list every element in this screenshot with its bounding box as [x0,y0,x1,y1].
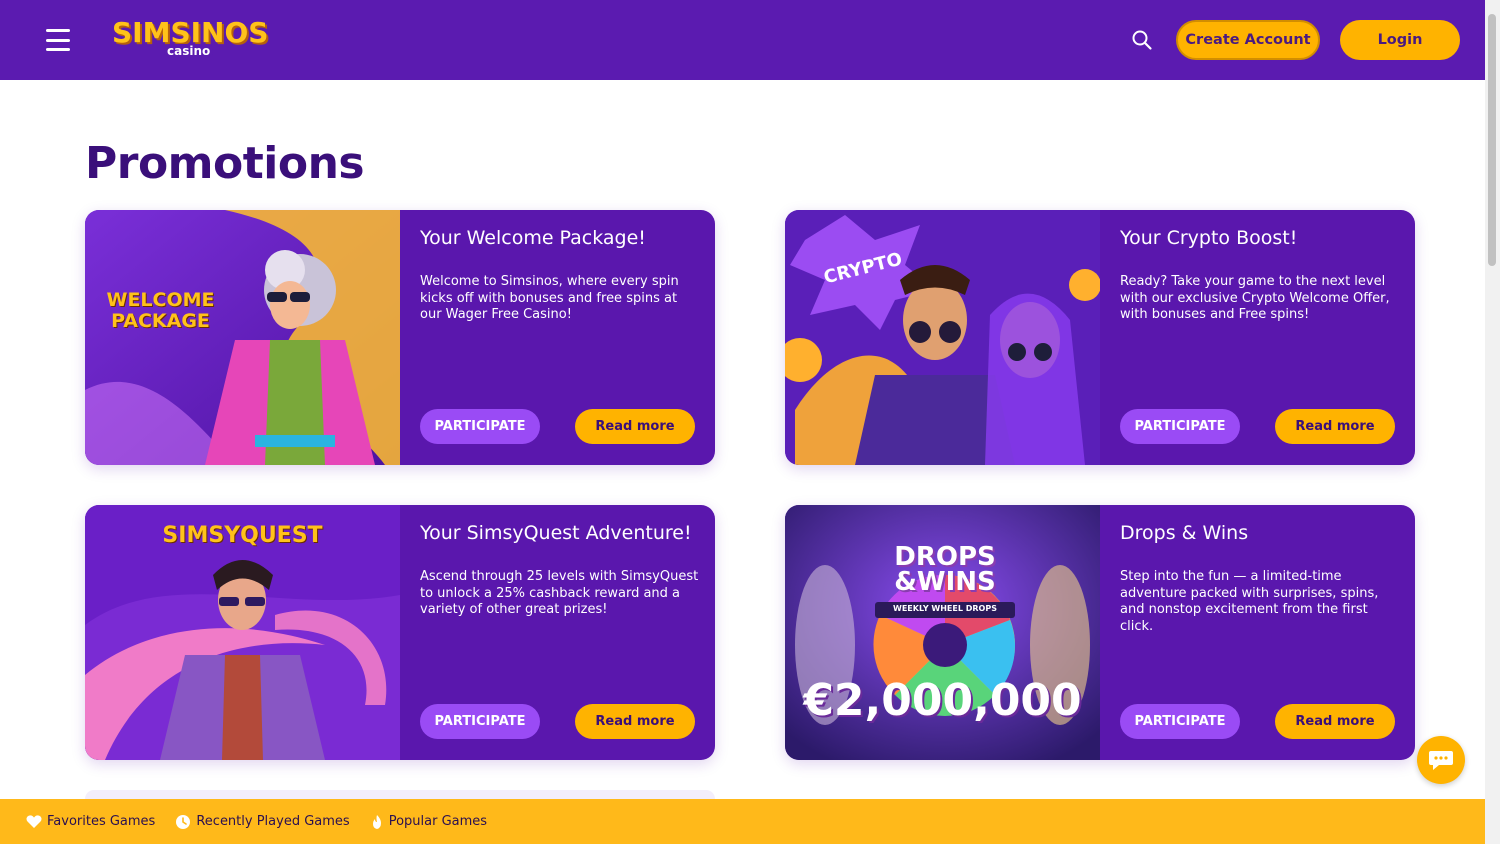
read-more-button[interactable]: Read more [575,704,695,739]
recently-played-games-label: Recently Played Games [196,814,350,829]
promotion-title: Your Welcome Package! [420,227,646,249]
promotion-image-crypto: CRYPTO [785,210,1100,465]
read-more-button[interactable]: Read more [1275,409,1395,444]
site-header: SIMSINOS casino Create Account Login [0,0,1485,80]
promotion-description: Ascend through 25 levels with SimsyQuest… [420,569,699,617]
drops-wins-image-subtext: WEEKLY WHEEL DROPS [893,604,997,613]
promotion-card-partial [85,790,715,799]
search-icon[interactable] [1130,28,1154,52]
bottom-quick-bar: Favorites Games Recently Played Games Po… [0,799,1485,844]
participate-button[interactable]: PARTICIPATE [1120,704,1240,739]
page-title: Promotions [85,138,365,189]
promotion-title: Your SimsyQuest Adventure! [420,522,692,544]
read-more-button[interactable]: Read more [575,409,695,444]
hamburger-menu-icon[interactable] [46,29,70,51]
site-logo[interactable]: SIMSINOS casino [112,18,272,62]
create-account-button[interactable]: Create Account [1176,20,1320,60]
participate-button[interactable]: PARTICIPATE [420,704,540,739]
logo-sub-text: casino [164,44,214,58]
favorites-games-label: Favorites Games [47,814,156,829]
favorites-games-link[interactable]: Favorites Games [26,814,155,829]
simsyquest-image-caption: SIMSYQUEST [162,523,323,548]
heart-icon [26,815,42,828]
login-button[interactable]: Login [1340,20,1460,60]
drops-wins-image-amount: €2,000,000 [803,675,1082,726]
promotion-image-drops-wins: DROPS &WINS WEEKLY WHEEL DROPS €2,000,00… [785,505,1100,760]
page-scrollbar[interactable] [1485,0,1500,844]
promotion-description: Ready? Take your game to the next level … [1120,274,1390,322]
promotion-card-drops-wins: DROPS &WINS WEEKLY WHEEL DROPS €2,000,00… [785,505,1415,760]
read-more-button[interactable]: Read more [1275,704,1395,739]
recently-played-games-link[interactable]: Recently Played Games [175,814,350,830]
popular-games-link[interactable]: Popular Games [370,814,487,830]
promotion-description: Welcome to Simsinos, where every spin ki… [420,274,679,322]
promotion-card-simsyquest: SIMSYQUEST Your SimsyQuest Adventure! As… [85,505,715,760]
clock-icon [176,814,191,829]
promotion-image-welcome: WELCOME PACKAGE [85,210,400,465]
promotion-title: Your Crypto Boost! [1120,227,1298,249]
drops-wins-image-caption: DROPS &WINS [894,542,996,597]
popular-games-label: Popular Games [388,814,488,829]
chat-icon[interactable] [1417,736,1465,784]
promotion-card-welcome: WELCOME PACKAGE Your Welcome Package! We… [85,210,715,465]
scrollbar-thumb[interactable] [1488,14,1496,266]
promotion-title: Drops & Wins [1120,522,1249,544]
promotion-image-simsyquest: SIMSYQUEST [85,505,400,760]
promotion-description: Step into the fun — a limited-time adven… [1120,569,1379,634]
participate-button[interactable]: PARTICIPATE [420,409,540,444]
promotion-card-crypto: CRYPTO Your Crypto Boost! Ready? Take yo… [785,210,1415,465]
welcome-image-caption: WELCOME PACKAGE [106,289,215,332]
participate-button[interactable]: PARTICIPATE [1120,409,1240,444]
fire-icon [372,814,381,829]
